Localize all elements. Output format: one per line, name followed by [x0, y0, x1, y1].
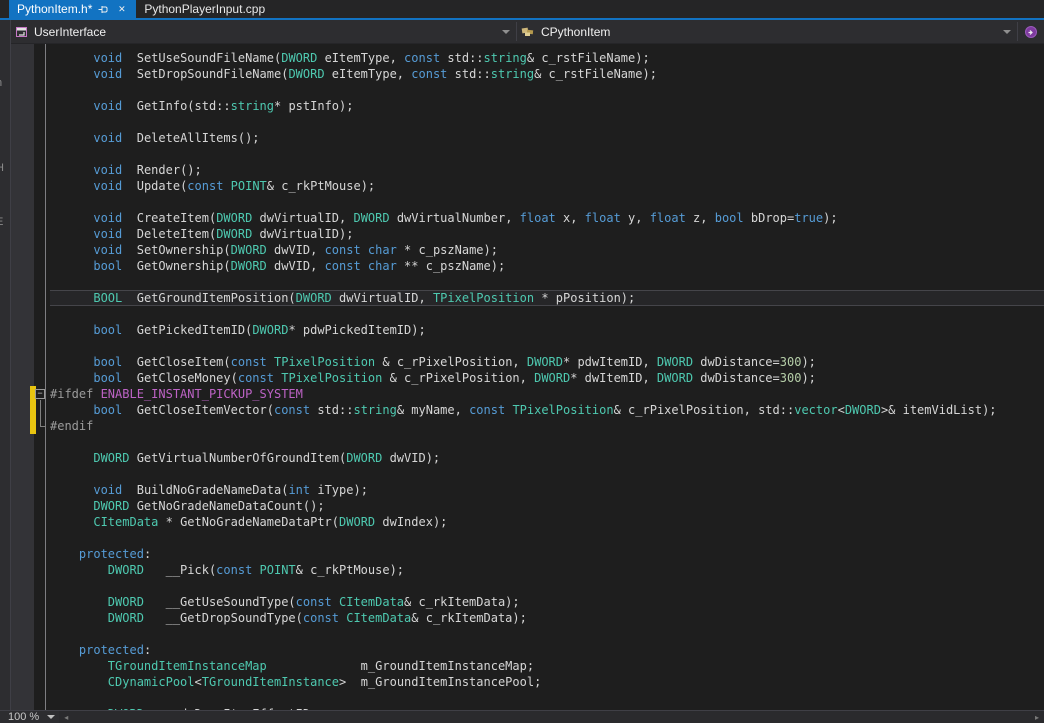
vertical-tab-text-fragment: H: [0, 162, 4, 174]
outline-guide-line: [40, 400, 41, 426]
code-line[interactable]: [50, 274, 1044, 290]
tab-pythonplayerinput-cpp[interactable]: PythonPlayerInput.cpp: [136, 0, 273, 18]
scope-dropdown-label: UserInterface: [34, 25, 496, 39]
code-line[interactable]: [50, 626, 1044, 642]
member-dropdown[interactable]: CPythonItem: [517, 20, 1017, 43]
code-line[interactable]: CDynamicPool<TGroundItemInstance> m_Grou…: [50, 674, 1044, 690]
code-line[interactable]: DWORD m_dwDropItemEffectID;: [50, 706, 1044, 710]
code-line[interactable]: bool GetPickedItemID(DWORD* pdwPickedIte…: [50, 322, 1044, 338]
code-line[interactable]: protected:: [50, 642, 1044, 658]
tab-pythonitem-h[interactable]: PythonItem.h* ✕: [9, 0, 136, 18]
navigate-method-icon[interactable]: [1018, 20, 1044, 43]
collapsed-panel-strip[interactable]: n H E: [0, 44, 11, 710]
vertical-tab-text-fragment: E: [0, 216, 3, 228]
code-line[interactable]: [50, 338, 1044, 354]
code-line[interactable]: [50, 690, 1044, 706]
code-line[interactable]: DWORD GetNoGradeNameDataCount();: [50, 498, 1044, 514]
collapse-toggle-icon[interactable]: −: [35, 389, 45, 399]
code-pane[interactable]: void SetUseSoundFileName(DWORD eItemType…: [45, 44, 1044, 710]
code-line[interactable]: [50, 306, 1044, 322]
code-line[interactable]: void SetOwnership(DWORD dwVID, const cha…: [50, 242, 1044, 258]
code-line[interactable]: #ifdef ENABLE_INSTANT_PICKUP_SYSTEM: [50, 386, 1044, 402]
code-line[interactable]: bool GetCloseMoney(const TPixelPosition …: [50, 370, 1044, 386]
code-line[interactable]: TGroundItemInstanceMap m_GroundItemInsta…: [50, 658, 1044, 674]
code-line[interactable]: [50, 466, 1044, 482]
member-dropdown-label: CPythonItem: [541, 25, 997, 39]
chevron-down-icon: [47, 715, 55, 719]
code-line[interactable]: [50, 194, 1044, 210]
horizontal-scrollbar[interactable]: ◂ ▸: [59, 711, 1044, 723]
code-line[interactable]: bool GetCloseItemVector(const std::strin…: [50, 402, 1044, 418]
code-line[interactable]: bool GetOwnership(DWORD dwVID, const cha…: [50, 258, 1044, 274]
namespace-window-icon: [15, 26, 28, 38]
tabstrip-corner: [0, 0, 9, 18]
vs-editor-window: PythonItem.h* ✕ PythonPlayerInput.cpp: [0, 0, 1044, 723]
code-line[interactable]: DWORD __Pick(const POINT& c_rkPtMouse);: [50, 562, 1044, 578]
scrollbar-track[interactable]: [73, 711, 1030, 723]
chevron-down-icon: [502, 30, 510, 34]
code-line[interactable]: void SetDropSoundFileName(DWORD eItemTyp…: [50, 66, 1044, 82]
chevron-down-icon: [1003, 30, 1011, 34]
code-editor: n H E void SetUseSoundFileName(DWORD eIt…: [0, 44, 1044, 710]
collapsed-panel-strip-top: [0, 20, 11, 44]
navigation-bar: UserInterface CPythonItem: [11, 20, 1044, 44]
outlining-margin: [34, 44, 45, 710]
code-line[interactable]: protected:: [50, 546, 1044, 562]
outline-guide-foot: [40, 426, 46, 427]
tab-label: PythonPlayerInput.cpp: [144, 2, 265, 16]
close-icon[interactable]: ✕: [115, 3, 128, 16]
navigation-row: UserInterface CPythonItem: [0, 20, 1044, 44]
zoom-level-label: 100 %: [8, 711, 39, 723]
editor-bottom-bar: 100 % ◂ ▸: [0, 710, 1044, 723]
code-line[interactable]: DWORD __GetDropSoundType(const CItemData…: [50, 610, 1044, 626]
vertical-tab-text-fragment: n: [0, 77, 2, 89]
code-line[interactable]: void SetUseSoundFileName(DWORD eItemType…: [50, 50, 1044, 66]
pin-icon[interactable]: [97, 3, 110, 16]
code-line[interactable]: [50, 530, 1044, 546]
code-line[interactable]: CItemData * GetNoGradeNameDataPtr(DWORD …: [50, 514, 1044, 530]
code-line[interactable]: bool GetCloseItem(const TPixelPosition &…: [50, 354, 1044, 370]
zoom-control[interactable]: 100 %: [0, 711, 59, 723]
indicator-margin: [11, 44, 34, 710]
code-line[interactable]: #endif: [50, 418, 1044, 434]
code-line[interactable]: [50, 578, 1044, 594]
scroll-left-icon[interactable]: ◂: [59, 711, 73, 723]
code-line[interactable]: void Update(const POINT& c_rkPtMouse);: [50, 178, 1044, 194]
tab-label: PythonItem.h*: [17, 2, 92, 16]
code-line[interactable]: void DeleteItem(DWORD dwVirtualID);: [50, 226, 1044, 242]
scope-dropdown[interactable]: UserInterface: [11, 20, 516, 43]
code-lines: void SetUseSoundFileName(DWORD eItemType…: [46, 44, 1044, 710]
code-line[interactable]: DWORD GetVirtualNumberOfGroundItem(DWORD…: [50, 450, 1044, 466]
code-line[interactable]: void DeleteAllItems();: [50, 130, 1044, 146]
code-line[interactable]: void GetInfo(std::string* pstInfo);: [50, 98, 1044, 114]
code-line[interactable]: void BuildNoGradeNameData(int iType);: [50, 482, 1044, 498]
code-line[interactable]: [50, 114, 1044, 130]
code-line[interactable]: void Render();: [50, 162, 1044, 178]
code-line[interactable]: [50, 434, 1044, 450]
code-line[interactable]: [50, 146, 1044, 162]
document-tab-strip: PythonItem.h* ✕ PythonPlayerInput.cpp: [0, 0, 1044, 18]
class-icon: [521, 26, 535, 38]
code-line-current[interactable]: BOOL GetGroundItemPosition(DWORD dwVirtu…: [50, 290, 1044, 306]
code-line[interactable]: void CreateItem(DWORD dwVirtualID, DWORD…: [50, 210, 1044, 226]
code-line[interactable]: DWORD __GetUseSoundType(const CItemData&…: [50, 594, 1044, 610]
scroll-right-icon[interactable]: ▸: [1030, 711, 1044, 723]
code-line[interactable]: [50, 82, 1044, 98]
